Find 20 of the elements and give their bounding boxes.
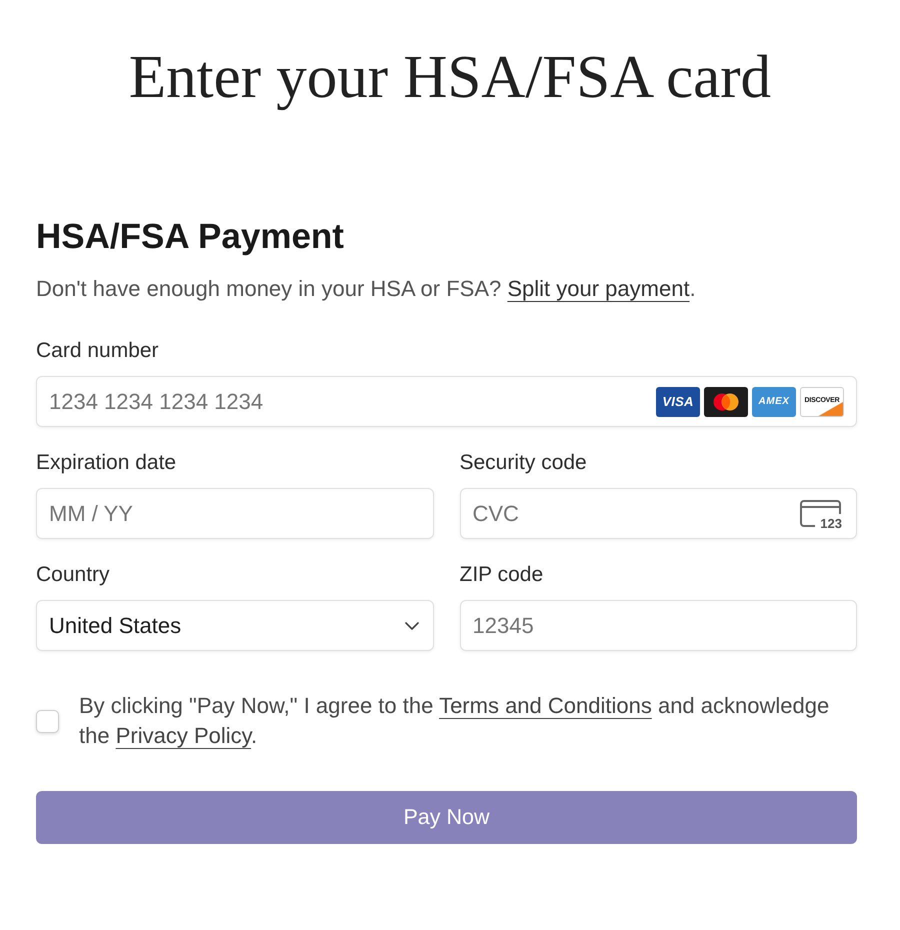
field-label: Expiration date [36,451,178,475]
card-logo: AMEX [752,386,796,416]
page-title: Enter your HSA/FSA card [128,44,772,112]
field-label: Card number [36,339,160,363]
input-field[interactable]: 12345 [460,600,857,651]
split-payment-link[interactable]: Split your payment [507,276,690,301]
consent-text: By clicking "Pay Now," I agree to the Terms and Conditions and acknowledge the Privacy Policy. [79,692,830,750]
field-label: Country [36,563,111,587]
policy-link[interactable]: Privacy Policy [116,723,251,748]
card-logo: VISA [656,386,700,416]
policy-link[interactable]: Terms and Conditions [439,693,652,718]
field-label: Security code [460,451,588,475]
chevron-down-icon [404,622,418,630]
form-heading: HSA/FSA Payment [36,217,345,257]
dropdown-field[interactable]: United States [36,600,434,651]
input-field[interactable]: MM / YY [36,488,434,539]
field-label: ZIP code [460,563,544,587]
card-logo-icon [704,386,748,416]
consent-checkbox[interactable] [36,710,59,732]
intro-text: Don't have enough money in your HSA or FSA? Split your payment. [36,275,697,303]
